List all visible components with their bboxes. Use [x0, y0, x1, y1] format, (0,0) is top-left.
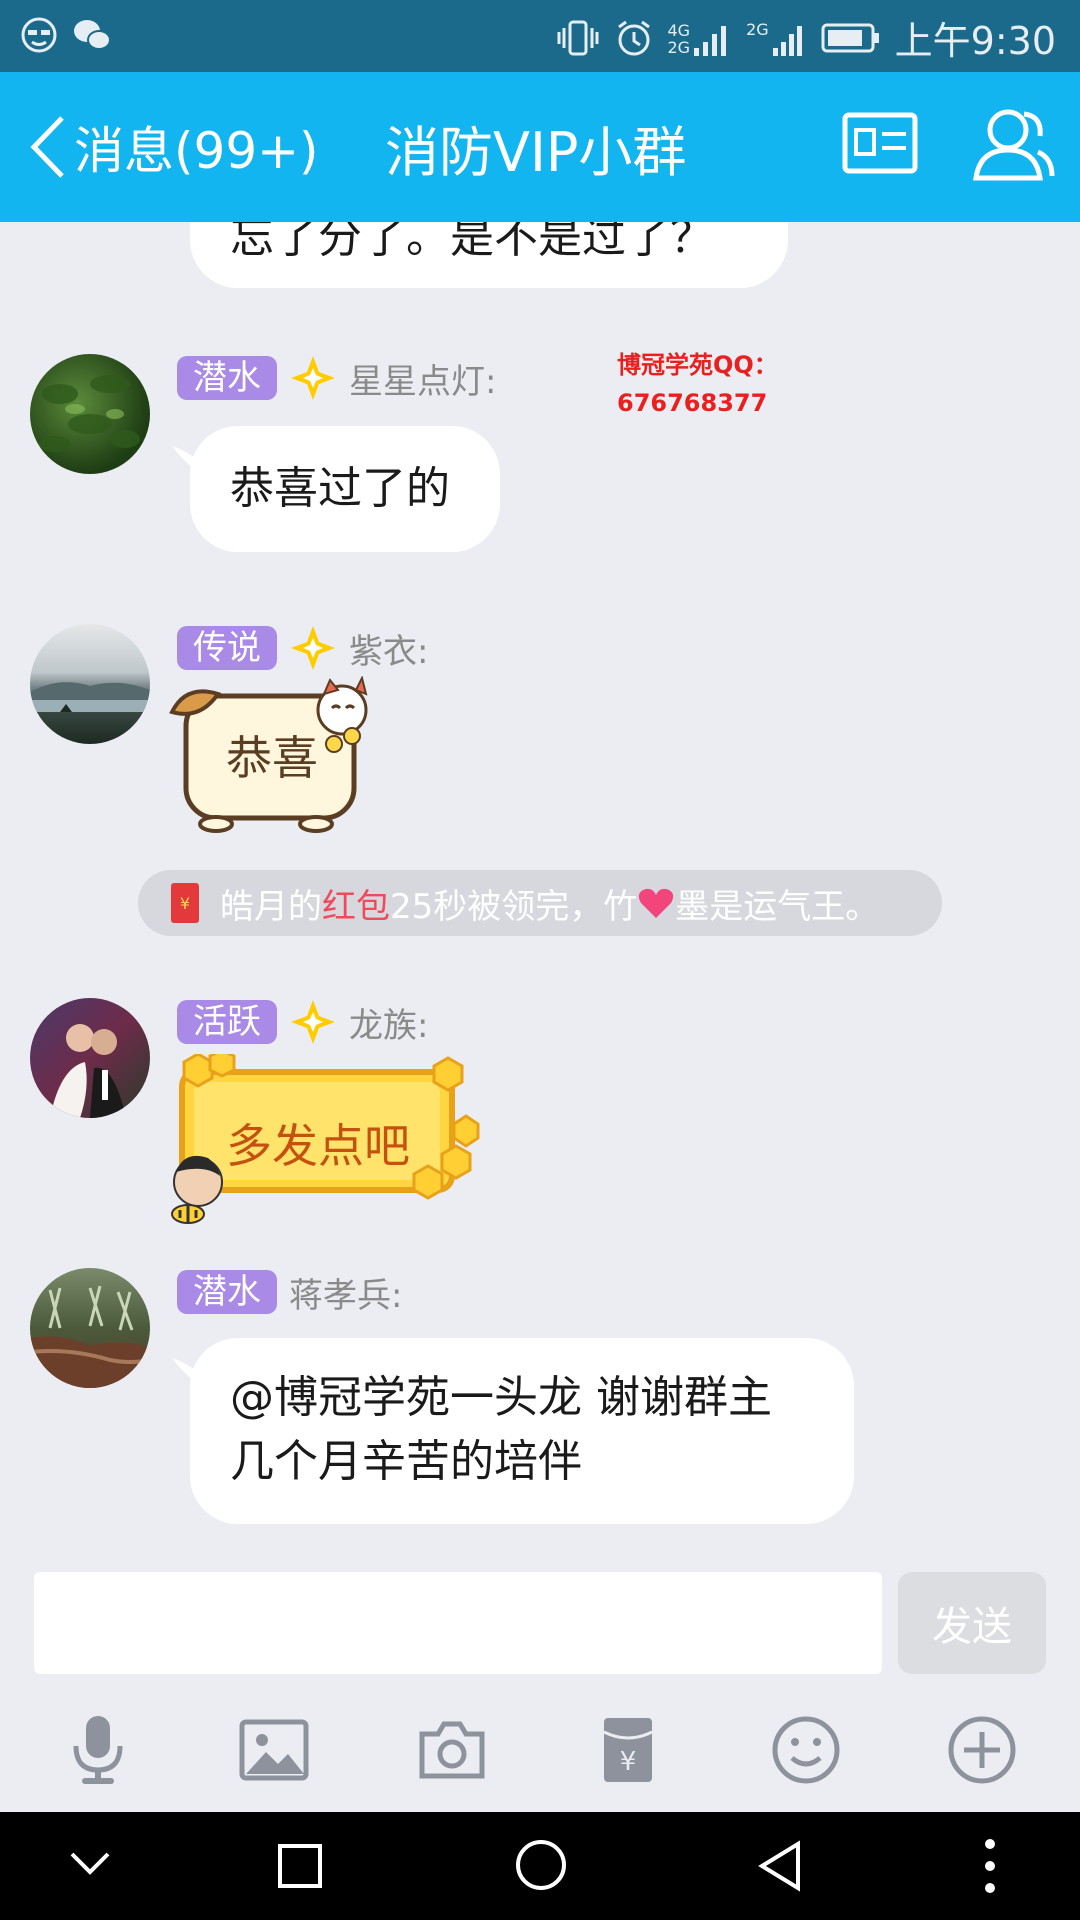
page-title: 消防VIP小群 — [385, 120, 687, 184]
face-notification-icon — [21, 17, 57, 53]
avatar[interactable] — [30, 998, 150, 1118]
signal-4g-icon: 4G 2G — [668, 20, 733, 56]
chat-header: 消息(99+) 消防VIP小群 — [0, 72, 1080, 222]
sender-name: 龙族: — [349, 1005, 429, 1046]
svg-text:¥: ¥ — [180, 894, 190, 913]
notice-text-3: 墨是运气王。 — [675, 886, 880, 927]
signal-4g-label: 4G — [667, 20, 691, 40]
red-packet-button[interactable]: ¥ — [592, 1714, 664, 1786]
message-bubble[interactable]: @博冠学苑一头龙 谢谢群主 几个月辛苦的培伴 — [190, 1338, 854, 1524]
triangle-back-icon — [758, 1840, 800, 1892]
honeycomb-sticker-bubble[interactable]: 多发点吧 — [164, 1054, 484, 1224]
more-vertical-icon — [985, 1839, 995, 1893]
battery-icon — [821, 23, 879, 52]
message-text-line2: 几个月辛苦的培伴 — [230, 1436, 582, 1487]
star-icon — [291, 626, 335, 670]
home-button[interactable] — [514, 1838, 568, 1896]
group-members-icon — [973, 109, 1055, 181]
cat-sticker-bubble[interactable]: 恭喜 — [166, 676, 386, 836]
system-notice: ¥ 皓月的 红包 25秒被领完，竹 墨是运气王。 — [138, 870, 942, 936]
sender-name: 蒋孝兵: — [289, 1275, 403, 1316]
back-label: 消息(99+) — [74, 122, 319, 180]
back-button[interactable]: 消息(99+) — [28, 72, 319, 222]
chevron-left-icon — [30, 116, 64, 178]
sticker-text: 多发点吧 — [226, 1119, 410, 1173]
wechat-icon — [74, 20, 111, 50]
microphone-icon — [73, 1716, 123, 1784]
red-packet-link[interactable]: 红包 — [322, 879, 390, 928]
status-bar: 4G 2G 2G 上午9:30 — [0, 0, 1080, 72]
member-level-badge: 潜水 — [177, 1270, 277, 1314]
system-nav-bar — [0, 1812, 1080, 1920]
sender-line: 传说 紫衣: — [177, 626, 429, 672]
avatar[interactable] — [30, 354, 150, 474]
chat-toolbar: ¥ — [0, 1680, 1080, 1812]
send-button[interactable]: 发送 — [898, 1572, 1046, 1674]
voice-button[interactable] — [62, 1714, 134, 1786]
message-input[interactable] — [34, 1572, 882, 1674]
svg-text:¥: ¥ — [620, 1747, 637, 1777]
vibrate-icon — [557, 20, 598, 55]
sender-line: 潜水 星星点灯: — [177, 356, 497, 402]
menu-button[interactable] — [980, 1836, 1000, 1900]
system-back-button[interactable] — [756, 1840, 804, 1896]
red-packet-icon: ¥ — [603, 1718, 653, 1782]
avatar[interactable] — [30, 624, 150, 744]
profile-card-icon — [842, 112, 918, 174]
member-level-badge: 潜水 — [177, 356, 277, 400]
notice-text-1: 皓月的 — [220, 886, 322, 927]
emoji-button[interactable] — [770, 1714, 842, 1786]
plus-icon — [948, 1716, 1016, 1784]
group-profile-button[interactable] — [842, 112, 918, 178]
camera-icon — [419, 1721, 485, 1779]
signal-2g-label: 2G — [667, 37, 691, 57]
member-level-badge: 传说 — [177, 626, 277, 670]
message-bubble[interactable]: 恭喜过了的 — [190, 426, 500, 552]
square-icon — [278, 1844, 322, 1888]
avatar[interactable] — [30, 1268, 150, 1388]
group-members-button[interactable] — [972, 106, 1056, 186]
message-text: 恭喜过了的 — [230, 463, 450, 514]
chevron-down-icon — [70, 1852, 110, 1875]
camera-button[interactable] — [416, 1714, 488, 1786]
image-button[interactable] — [238, 1714, 310, 1786]
status-time: 上午9:30 — [894, 19, 1056, 63]
chat-message-list[interactable]: 忘了分了。是不是过了？ 博冠学苑QQ： 676768377 潜水 星星点灯: 恭… — [0, 222, 1080, 1562]
message-bubble[interactable]: 忘了分了。是不是过了？ — [190, 222, 788, 288]
member-level-badge: 活跃 — [177, 1000, 277, 1044]
red-packet-icon: ¥ — [171, 883, 199, 923]
sender-line: 活跃 龙族: — [177, 1000, 429, 1046]
circle-icon — [516, 1840, 566, 1890]
sticker-text: 恭喜 — [226, 731, 318, 785]
signal-2g-b-label: 2G — [746, 19, 769, 39]
hide-keyboard-button[interactable] — [68, 1848, 112, 1882]
more-button[interactable] — [946, 1714, 1018, 1786]
message-input-bar: 发送 — [0, 1562, 1080, 1680]
star-icon — [291, 356, 335, 400]
message-text: 忘了分了。是不是过了？ — [230, 222, 714, 263]
notice-text-2: 25秒被领完，竹 — [390, 886, 638, 927]
emoji-icon — [772, 1716, 840, 1784]
watermark-line2: 676768377 — [617, 389, 768, 417]
alarm-icon — [617, 20, 650, 55]
signal-2g-icon: 2G — [746, 20, 807, 56]
sender-name: 紫衣: — [349, 631, 429, 672]
sender-line: 潜水 蒋孝兵: — [177, 1270, 403, 1316]
watermark-line1: 博冠学苑QQ： — [617, 351, 778, 379]
message-text-line1: @博冠学苑一头龙 谢谢群主 — [230, 1372, 772, 1423]
recent-apps-button[interactable] — [276, 1842, 324, 1894]
star-icon — [291, 1000, 335, 1044]
sender-name: 星星点灯: — [349, 361, 497, 402]
heart-icon — [639, 888, 674, 918]
image-icon — [239, 1719, 309, 1781]
